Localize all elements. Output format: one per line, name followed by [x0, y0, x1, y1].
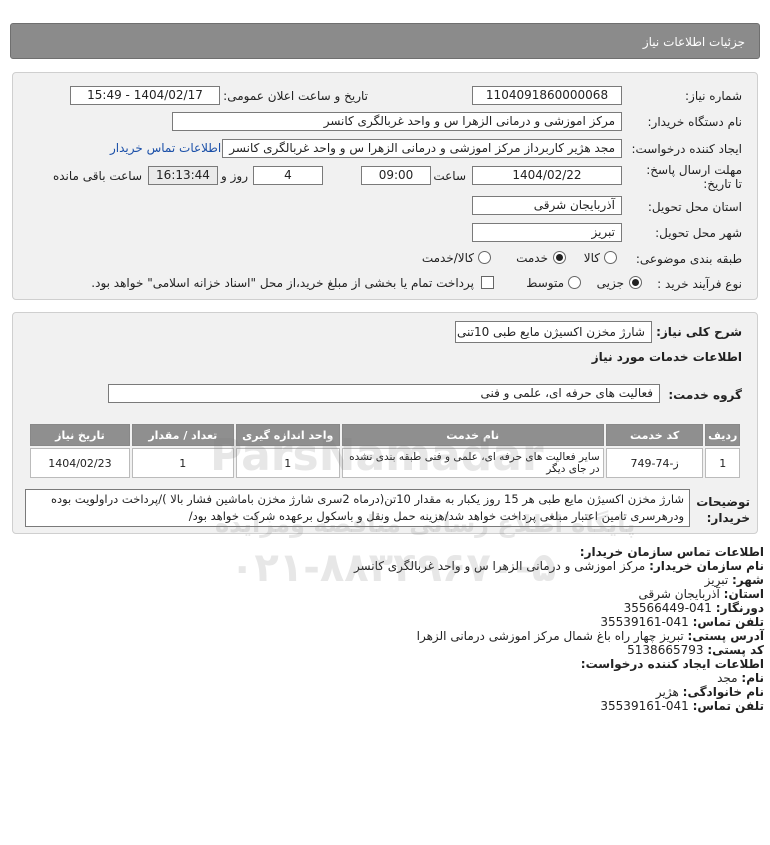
creator-first-name: نام: مجد — [717, 671, 764, 685]
deadline-date-field: 1404/02/22 — [472, 166, 622, 185]
buyer-notes-field: شارژ مخزن اکسیژن مایع طبی هر 15 روز یکبا… — [25, 489, 690, 527]
contact-postal: کد پستی: 5138665793 — [627, 643, 764, 657]
treasury-payment-checkbox[interactable] — [481, 276, 494, 289]
col-header-row-number: ردیف — [705, 424, 740, 446]
service-group-label: گروه خدمت: — [668, 388, 742, 402]
page-title: جزئیات اطلاعات نیاز — [642, 35, 745, 49]
contact-org: نام سازمان خریدار: مرکز اموزشی و درمانی … — [353, 559, 764, 573]
creator-info-title: اطلاعات ایجاد کننده درخواست: — [580, 657, 764, 671]
col-header-need-date: تاریخ نیاز — [30, 424, 130, 446]
category-radio-goods-service[interactable] — [478, 251, 491, 264]
process-label: نوع فرآیند خرید : — [657, 277, 742, 291]
category-option-goods: کالا — [583, 251, 600, 265]
col-header-unit: واحد اندازه گیری — [235, 424, 340, 446]
deadline-time-label: ساعت — [433, 169, 466, 183]
category-radio-service[interactable] — [553, 251, 566, 264]
remaining-time-field: 16:13:44 — [148, 166, 218, 185]
announce-label: تاریخ و ساعت اعلان عمومی: — [223, 89, 368, 103]
col-header-quantity: تعداد / مقدار — [131, 424, 234, 446]
process-option-medium: متوسط — [526, 276, 564, 290]
cell-service-code: ز-74-749 — [605, 448, 704, 478]
deadline-time-field: 09:00 — [361, 166, 431, 185]
buyer-contact-link[interactable]: اطلاعات تماس خریدار — [110, 141, 221, 155]
process-radio-minor[interactable] — [629, 276, 642, 289]
services-table: ردیف کد خدمت نام خدمت واحد اندازه گیری ت… — [28, 422, 742, 480]
need-number-field: 1104091860000068 — [472, 86, 622, 105]
service-group-field: فعالیت های حرفه ای، علمی و فنی — [108, 384, 660, 403]
process-radio-medium[interactable] — [568, 276, 581, 289]
contact-phone: تلفن تماس: 041-35539161 — [600, 615, 764, 629]
table-row: 1 ز-74-749 سایر فعالیت های حرفه ای، علمی… — [30, 448, 740, 478]
days-label: روز و — [221, 169, 248, 183]
category-label: طبقه بندی موضوعی: — [635, 252, 742, 266]
days-field: 4 — [253, 166, 323, 185]
buyer-notes-label: توضیحات خریدار: — [696, 495, 750, 525]
category-option-service: خدمت — [516, 251, 548, 265]
need-number-label: شماره نیاز: — [685, 89, 742, 103]
creator-label: ایجاد کننده درخواست: — [631, 142, 742, 156]
buyer-org-field: مرکز اموزشی و درمانی الزهرا س و واحد غرب… — [172, 112, 622, 131]
process-option-minor: جزیی — [596, 276, 624, 290]
province-field: آذربایجان شرقی — [472, 196, 622, 215]
cell-unit: 1 — [235, 448, 340, 478]
payment-note: پرداخت تمام یا بخشی از مبلغ خرید،از محل … — [91, 276, 474, 290]
cell-need-date: 1404/02/23 — [30, 448, 130, 478]
buyer-org-label: نام دستگاه خریدار: — [647, 115, 743, 129]
creator-field: مجد هژیر کاربرداز مرکز اموزشی و درمانی ا… — [222, 139, 622, 158]
category-radio-goods[interactable] — [604, 251, 617, 264]
creator-last-name: نام خانوادگی: هژیر — [655, 685, 764, 699]
cell-quantity: 1 — [131, 448, 234, 478]
contact-fax: دورنگار: 041-35566449 — [623, 601, 764, 615]
col-header-service-name: نام خدمت — [341, 424, 604, 446]
col-header-service-code: کد خدمت — [605, 424, 704, 446]
city-field: تبریز — [472, 223, 622, 242]
contact-city: شهر: تبریز — [704, 573, 764, 587]
announce-field: 1404/02/17 - 15:49 — [70, 86, 220, 105]
cell-row-number: 1 — [705, 448, 740, 478]
contact-title: اطلاعات تماس سازمان خریدار: — [579, 545, 764, 559]
cell-service-name: سایر فعالیت های حرفه ای، علمی و فنی طبقه… — [341, 448, 604, 478]
services-title: اطلاعات خدمات مورد نیاز — [591, 350, 742, 364]
deadline-label: مهلت ارسال پاسخ: تا تاریخ: — [646, 163, 742, 191]
creator-phone: تلفن تماس: 041-35539161 — [600, 699, 764, 713]
remaining-label: ساعت باقی مانده — [52, 169, 142, 183]
page-header: جزئیات اطلاعات نیاز — [10, 23, 760, 59]
table-header-row: ردیف کد خدمت نام خدمت واحد اندازه گیری ت… — [30, 424, 740, 446]
summary-label: شرح کلی نیاز: — [656, 325, 742, 339]
city-label: شهر محل تحویل: — [655, 226, 742, 240]
province-label: استان محل تحویل: — [647, 200, 742, 214]
contact-address: آدرس پستی: تبریز چهار راه باغ شمال مرکز … — [416, 629, 764, 643]
contact-province: استان: آذربایجان شرقی — [638, 587, 764, 601]
category-option-goods-service: کالا/خدمت — [421, 251, 474, 265]
summary-field: شارژ مخزن اکسیژن مایع طبی 10تنی — [455, 321, 652, 343]
